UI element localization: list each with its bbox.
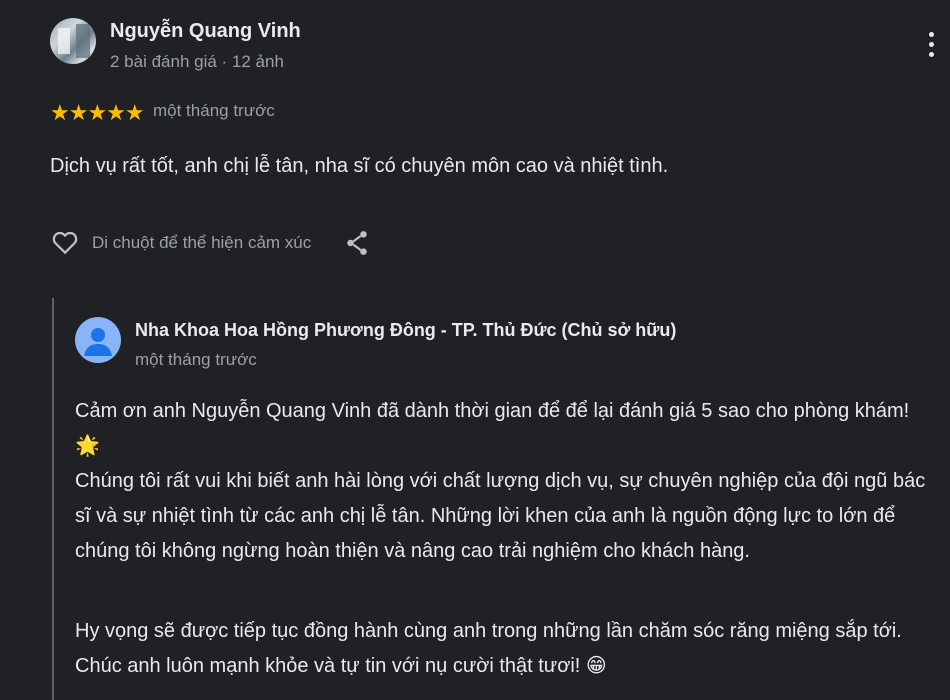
share-icon[interactable] xyxy=(344,228,370,258)
reply-paragraph: Hy vọng sẽ được tiếp tục đồng hành cùng … xyxy=(75,620,902,677)
review-time: một tháng trước xyxy=(153,101,275,120)
owner-name[interactable]: Nha Khoa Hoa Hồng Phương Đông - TP. Thủ … xyxy=(135,320,676,341)
reply-time: một tháng trước xyxy=(135,350,257,369)
reply-divider xyxy=(52,298,54,700)
more-vert-icon[interactable] xyxy=(926,32,936,64)
reply-paragraph: Cảm ơn anh Nguyễn Quang Vinh đã dành thờ… xyxy=(75,400,910,457)
owner-avatar[interactable] xyxy=(75,317,121,363)
star-rating: ★★★★★ xyxy=(50,100,145,125)
reply-paragraph: Chúng tôi rất vui khi biết anh hài lòng … xyxy=(75,470,926,562)
reviewer-avatar[interactable] xyxy=(50,18,96,64)
review-text: Dịch vụ rất tốt, anh chị lễ tân, nha sĩ … xyxy=(50,155,669,177)
reviewer-meta: 2 bài đánh giá · 12 ảnh xyxy=(110,52,284,71)
review-card: Nguyễn Quang Vinh 2 bài đánh giá · 12 ản… xyxy=(0,0,950,700)
reviewer-name[interactable]: Nguyễn Quang Vinh xyxy=(110,20,301,43)
reaction-label: Di chuột để thể hiện cảm xúc xyxy=(92,233,312,252)
heart-outline-icon[interactable] xyxy=(50,227,80,257)
